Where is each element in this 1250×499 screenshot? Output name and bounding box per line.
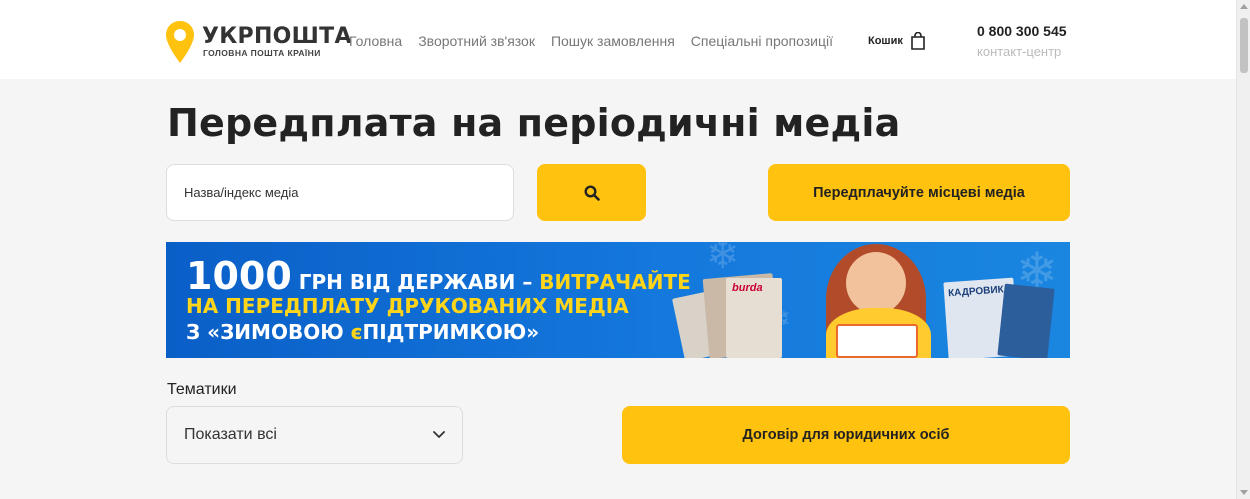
logo-subtitle: ГОЛОВНА ПОШТА КРАЇНИ <box>203 48 321 58</box>
girl-face <box>846 252 906 314</box>
nav-home[interactable]: Головна <box>349 33 402 49</box>
nav-order-search[interactable]: Пошук замовлення <box>551 33 675 49</box>
banner-line3-suffix: ПІДТРИМКОЮ» <box>362 320 540 344</box>
banner-line-2: НА ПЕРЕДПЛАТУ ДРУКОВАНИХ МЕДІА <box>186 294 629 318</box>
search-icon <box>583 184 600 201</box>
banner-line3-prefix: З «ЗИМОВОЮ <box>186 320 351 344</box>
snowflake-icon: ❄ <box>706 242 740 277</box>
magazine-image <box>997 283 1055 358</box>
banner-line3-e: є <box>350 320 363 344</box>
nav-special-offers[interactable]: Спеціальні пропозиції <box>691 33 833 49</box>
banner-amount: 1000 <box>186 254 292 298</box>
cart-label: Кошик <box>868 35 903 47</box>
ukrposhta-logo[interactable]: УКРПОШТА ГОЛОВНА ПОШТА КРАЇНИ <box>166 21 351 63</box>
magazine-burda-title: burda <box>732 282 763 294</box>
legal-entity-contract-button[interactable]: Договір для юридичних осіб <box>622 406 1070 464</box>
search-input[interactable] <box>166 164 514 221</box>
banner-line-1: 1000 ГРН ВІД ДЕРЖАВИ – ВИТРАЧАЙТЕ <box>186 254 691 298</box>
scroll-up-arrow-icon[interactable] <box>1240 4 1248 9</box>
promo-banner[interactable]: ❄ ❄ ❄ ❄ 1000 ГРН ВІД ДЕРЖАВИ – ВИТРАЧАЙТ… <box>166 242 1070 358</box>
shopping-bag-icon <box>911 32 925 50</box>
themes-selected-value: Показати всі <box>184 426 277 443</box>
location-pin-logo-icon <box>166 21 194 63</box>
chevron-down-icon <box>433 431 445 438</box>
banner-line1-highlight: ВИТРАЧАЙТЕ <box>539 270 691 294</box>
themes-select[interactable]: Показати всі <box>166 406 463 464</box>
scrollbar-thumb[interactable] <box>1240 18 1248 73</box>
book-illustration <box>836 324 918 358</box>
logo-title: УКРПОШТА <box>202 24 352 49</box>
banner-line1-text: ГРН ВІД ДЕРЖАВИ – <box>291 270 540 294</box>
page-scrollbar[interactable] <box>1236 0 1250 499</box>
phone-number[interactable]: 0 800 300 545 <box>977 23 1067 39</box>
main-nav: Головна Зворотний зв'язок Пошук замовлен… <box>349 33 849 49</box>
magazine-burda-image: burda <box>726 278 782 358</box>
banner-line-3: З «ЗИМОВОЮ єПІДТРИМКОЮ» <box>186 320 539 344</box>
page-title: Передплата на періодичні медіа <box>167 101 901 145</box>
nav-feedback[interactable]: Зворотний зв'язок <box>418 33 535 49</box>
phone-caption: контакт-центр <box>977 44 1062 59</box>
local-media-button[interactable]: Передплачуйте місцеві медіа <box>768 164 1070 221</box>
site-header: УКРПОШТА ГОЛОВНА ПОШТА КРАЇНИ Головна Зв… <box>0 0 1236 79</box>
themes-label: Тематики <box>167 381 237 398</box>
scroll-down-arrow-icon[interactable] <box>1240 490 1248 495</box>
cart-button[interactable]: Кошик <box>868 27 926 55</box>
search-button[interactable] <box>537 164 646 221</box>
magazine-kadrovyk-title: КАДРОВИК <box>947 284 1005 300</box>
